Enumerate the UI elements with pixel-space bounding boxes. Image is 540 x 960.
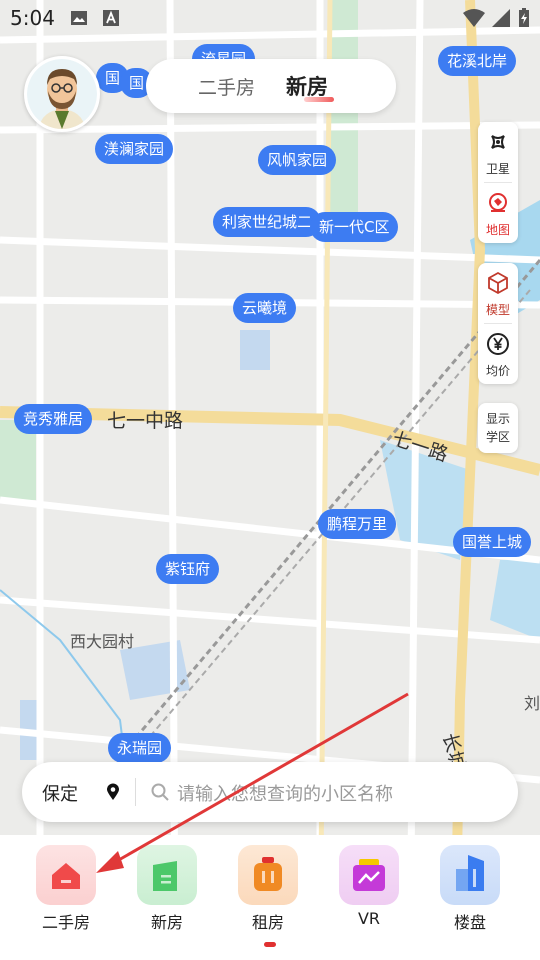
status-bar: 5:04: [0, 0, 540, 36]
map-marker[interactable]: 新一代C区: [310, 212, 399, 242]
school-toggle-line1: 显示: [485, 412, 510, 426]
show-school-district-button[interactable]: 显示 学区: [478, 403, 518, 453]
nav-page-indicator: [264, 942, 276, 947]
tower-icon: [440, 845, 500, 905]
map-marker[interactable]: 鹏程万里: [318, 509, 397, 539]
satellite-button[interactable]: 卫星: [478, 122, 518, 182]
nav-label: 新房: [150, 913, 183, 932]
tab-second-hand[interactable]: 二手房: [198, 73, 255, 100]
search-bar: 保定 请输入您想查询的小区名称: [22, 762, 518, 822]
divider: [135, 778, 136, 806]
map-marker[interactable]: 竞秀雅居: [14, 404, 93, 434]
nav-label: 租房: [251, 913, 284, 932]
battery-icon: [519, 8, 529, 27]
nav-label: 楼盘: [453, 913, 486, 932]
image-notification-icon: [71, 11, 87, 25]
place-label: 西大园村: [70, 632, 135, 651]
side-tool-label: 卫星: [485, 162, 510, 176]
map-marker[interactable]: 风帆家园: [258, 145, 337, 175]
map-marker[interactable]: 利家世纪城二: [213, 207, 322, 237]
nav-vr[interactable]: VR: [329, 845, 409, 928]
side-tool-label: 模型: [485, 303, 510, 317]
building-icon: [137, 845, 197, 905]
active-tab-underline: [304, 97, 334, 102]
search-icon: [151, 783, 169, 801]
map-marker[interactable]: 云曦境: [233, 293, 297, 323]
rent-bag-icon: [238, 845, 298, 905]
bottom-nav: 二手房 新房 租房 VR 楼盘: [0, 835, 540, 960]
text-notification-icon: [103, 10, 119, 26]
map-marker[interactable]: 国誉上城: [453, 527, 532, 557]
search-input[interactable]: 请输入您想查询的小区名称: [177, 780, 393, 806]
house-icon: [36, 845, 96, 905]
place-label: 刘: [524, 694, 540, 713]
side-tool-label: 均价: [485, 364, 510, 378]
school-toggle-line2: 学区: [485, 430, 510, 444]
location-pin-icon: [107, 783, 119, 800]
nav-label: VR: [357, 909, 381, 928]
nav-new-house[interactable]: 新房: [127, 845, 207, 933]
map-marker[interactable]: 紫钰府: [156, 554, 220, 584]
nav-label: 二手房: [41, 913, 90, 932]
map-marker[interactable]: 永瑞园: [108, 733, 172, 763]
map-overlay-toolbar: 模型 均价: [478, 263, 518, 384]
signal-icon: [492, 9, 510, 27]
map-icon: [489, 193, 507, 212]
status-time: 5:04: [10, 6, 55, 30]
road-label: 七一中路: [107, 410, 184, 432]
yen-price-icon: [487, 333, 509, 355]
satellite-icon: [491, 135, 505, 149]
agent-avatar-icon: [27, 59, 97, 129]
vr-icon: [339, 845, 399, 905]
map-mode-button[interactable]: 地图: [478, 183, 518, 243]
city-selector[interactable]: 保定: [42, 780, 78, 806]
nav-second-hand-house[interactable]: 二手房: [26, 845, 106, 933]
side-tool-label: 地图: [485, 223, 510, 237]
model-button[interactable]: 模型: [478, 263, 518, 323]
cube-model-icon: [488, 271, 508, 295]
house-type-tab-toggle: 二手房 新房: [146, 59, 396, 113]
map-marker[interactable]: 花溪北岸: [438, 46, 517, 76]
map-mode-toolbar: 卫星 地图: [478, 122, 518, 243]
nav-rent[interactable]: 租房: [228, 845, 308, 933]
nav-property[interactable]: 楼盘: [430, 845, 510, 933]
map-marker[interactable]: 渼澜家园: [95, 134, 174, 164]
wifi-icon: [463, 9, 485, 27]
average-price-button[interactable]: 均价: [478, 324, 518, 384]
avatar[interactable]: [24, 56, 100, 132]
